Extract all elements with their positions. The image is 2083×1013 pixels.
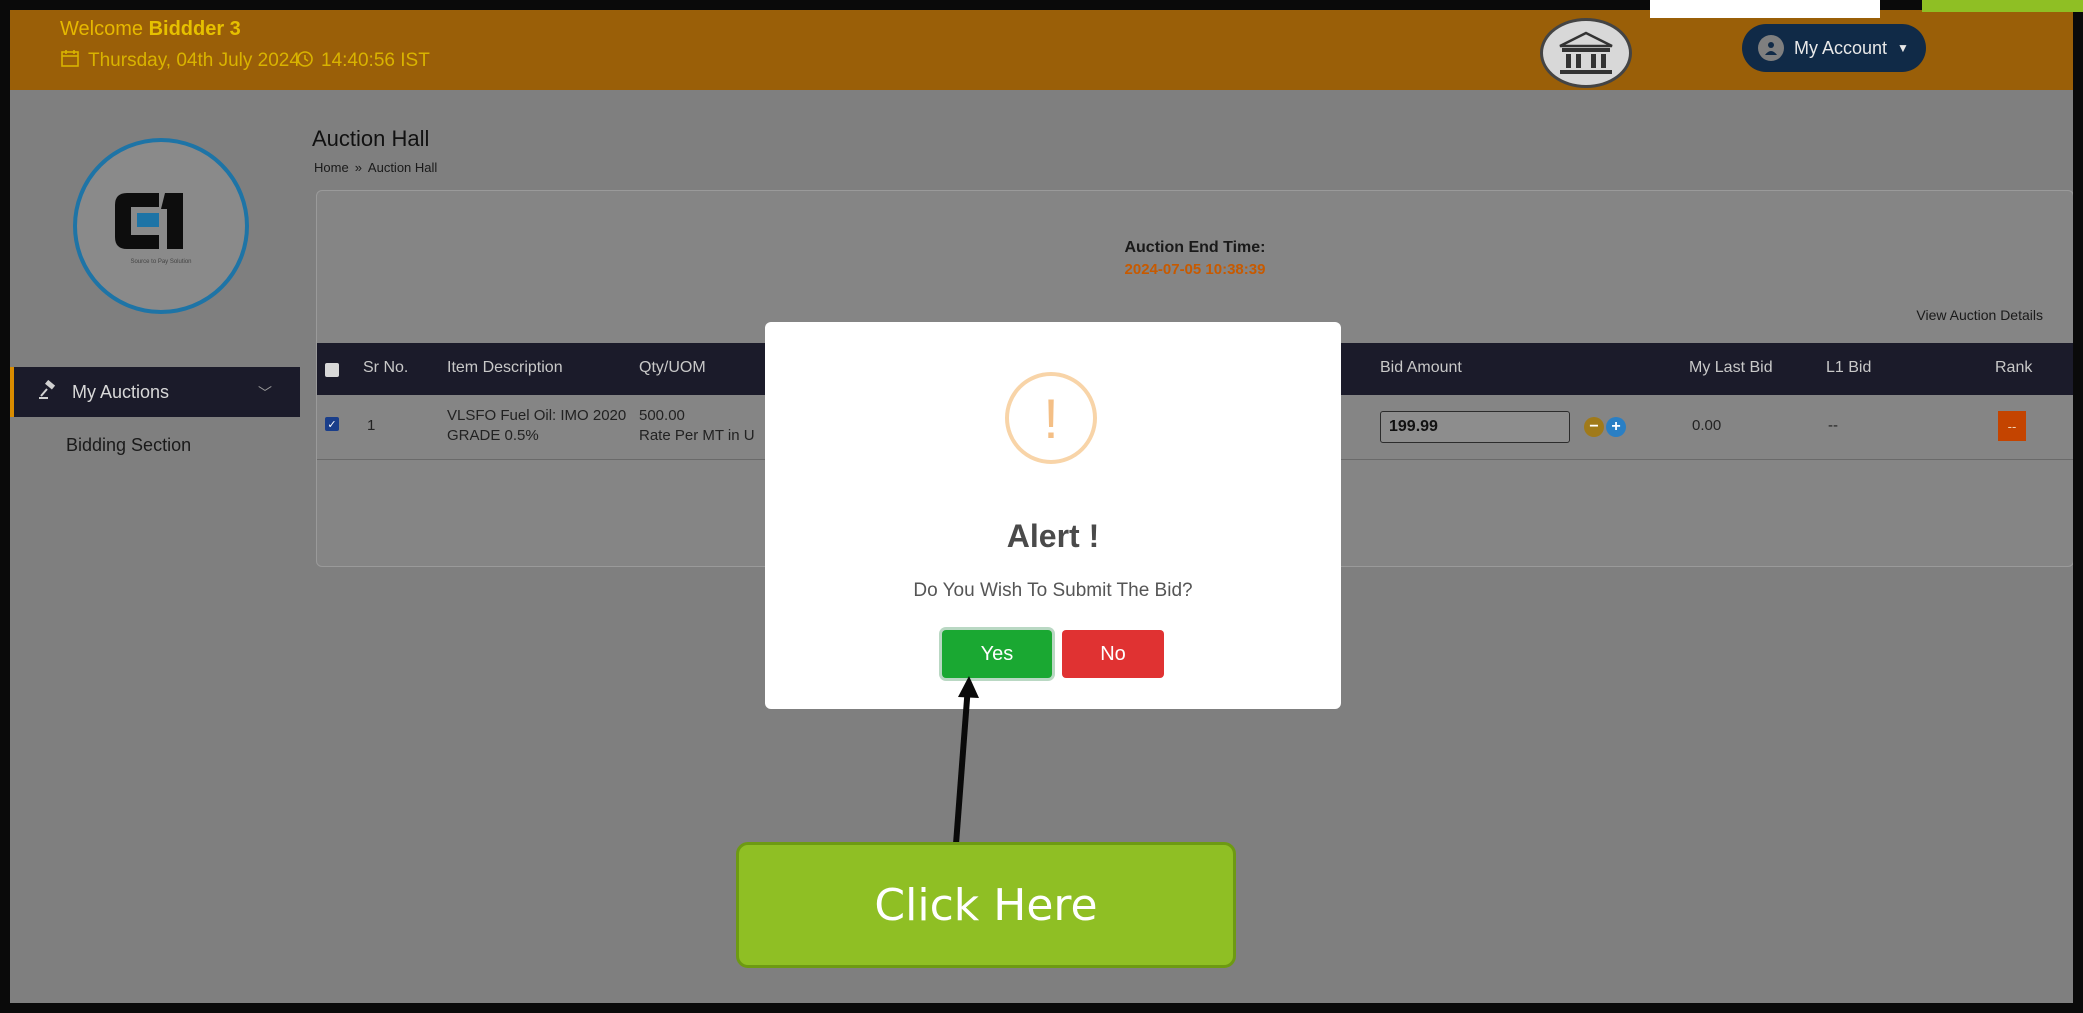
no-button[interactable]: No (1062, 630, 1164, 678)
corner-decoration (1650, 0, 1880, 18)
breadcrumb: Home » Auction Hall (314, 160, 437, 175)
user-name: Biddder 3 (148, 18, 241, 40)
gavel-icon (38, 379, 58, 405)
column-sr-no: Sr No. (363, 359, 409, 376)
my-account-button[interactable]: My Account ▼ (1742, 24, 1926, 72)
rank-badge: -- (1998, 411, 2026, 441)
row-checkbox[interactable]: ✓ (325, 417, 339, 431)
item-description-line2: GRADE 0.5% (447, 427, 539, 444)
sidebar-item-my-auctions[interactable]: My Auctions ﹀ (10, 367, 300, 417)
click-here-callout: Click Here (736, 842, 1236, 968)
welcome-text: Welcome Biddder 3 (60, 18, 241, 41)
date-text: Thursday, 04th July 2024 (88, 50, 300, 71)
auction-end-time-value: 2024-07-05 10:38:39 (1124, 261, 1266, 278)
double-chevron-right-icon: » (354, 160, 362, 175)
calendar-icon (60, 48, 80, 74)
decrement-bid-icon[interactable]: − (1584, 417, 1604, 437)
column-my-last-bid: My Last Bid (1689, 359, 1773, 376)
column-qty-uom: Qty/UOM (639, 359, 706, 376)
bid-amount-input[interactable] (1380, 411, 1570, 443)
current-date: Thursday, 04th July 2024 (60, 48, 300, 74)
account-label: My Account (1794, 37, 1888, 58)
alert-message: Do You Wish To Submit The Bid? (913, 580, 1193, 601)
user-avatar-icon (1758, 35, 1784, 61)
yes-button[interactable]: Yes (942, 630, 1052, 678)
row-qty: 500.00 (639, 407, 685, 424)
alert-title: Alert ! (1006, 518, 1100, 554)
select-all-checkbox[interactable] (325, 363, 339, 377)
item-description-line1: VLSFO Fuel Oil: IMO 2020 (447, 407, 627, 424)
auction-end-time-label: Auction End Time: (1124, 239, 1266, 256)
page-title: Auction Hall (312, 126, 430, 151)
chevron-down-icon: ﹀ (258, 385, 272, 401)
row-uom: Rate Per MT in U (639, 427, 755, 444)
caret-down-icon: ▼ (1897, 41, 1909, 55)
increment-bid-icon[interactable]: + (1606, 417, 1626, 437)
row-my-last-bid: 0.00 (1692, 417, 1722, 434)
c1-logo-mark (115, 193, 183, 249)
row-qty-uom: 500.00 Rate Per MT in U (639, 407, 755, 444)
column-bid-amount: Bid Amount (1380, 359, 1462, 376)
welcome-prefix: Welcome (60, 18, 143, 40)
clock-icon (295, 48, 315, 74)
bank-building-icon (1540, 18, 1632, 88)
top-header: Welcome Biddder 3 Thursday, 04th July 20… (10, 10, 2073, 90)
column-item-description: Item Description (447, 359, 563, 376)
row-l1-bid: -- (1828, 417, 1838, 434)
view-auction-details-link[interactable]: View Auction Details (1916, 307, 2043, 323)
company-logo: Source to Pay Solution (73, 138, 249, 314)
time-text: 14:40:56 IST (321, 50, 430, 71)
breadcrumb-current: Auction Hall (367, 160, 438, 175)
row-sr-no: 1 (367, 417, 376, 434)
breadcrumb-home[interactable]: Home (314, 160, 349, 175)
sidebar-item-bidding-section[interactable]: Bidding Section (66, 435, 191, 456)
sidebar-item-label: My Auctions (72, 381, 170, 402)
exclamation-icon: ! (1005, 372, 1097, 464)
sidebar: Source to Pay Solution My Auctions ﹀ Bid… (10, 90, 301, 1003)
row-item-description: VLSFO Fuel Oil: IMO 2020 GRADE 0.5% (447, 407, 626, 444)
column-l1-bid: L1 Bid (1826, 359, 1872, 376)
corner-decoration-green (1922, 0, 2083, 12)
current-time: 14:40:56 IST (295, 48, 430, 74)
alert-dialog: ! Alert ! Do You Wish To Submit The Bid?… (765, 322, 1341, 709)
logo-tagline: Source to Pay Solution (130, 259, 192, 265)
column-rank: Rank (1995, 359, 2033, 376)
